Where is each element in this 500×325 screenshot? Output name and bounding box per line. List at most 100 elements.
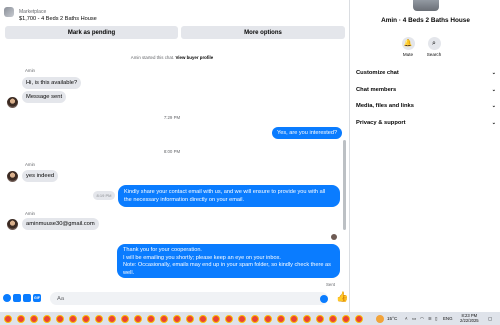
message-list: Amin started this chat. View buyer profi… bbox=[0, 46, 350, 287]
timestamp: 7:29 PM bbox=[163, 115, 181, 120]
section-privacy-support[interactable]: Privacy & support ⌄ bbox=[356, 120, 496, 132]
section-label: Media, files and links bbox=[356, 103, 414, 109]
section-chat-members[interactable]: Chat members ⌄ bbox=[356, 87, 496, 99]
section-label: Customize chat bbox=[356, 70, 399, 76]
section-label: Chat members bbox=[356, 87, 397, 93]
chrome-icon[interactable] bbox=[121, 315, 129, 323]
network-icon[interactable]: ◠ bbox=[420, 316, 424, 322]
gif-icon[interactable]: GIF bbox=[33, 294, 41, 302]
chevron-up-icon[interactable]: ˄ bbox=[405, 316, 408, 321]
chrome-icon[interactable] bbox=[17, 315, 25, 323]
incoming-message[interactable]: yes indeed bbox=[22, 170, 59, 182]
section-media-files-links[interactable]: Media, files and links ⌄ bbox=[356, 103, 496, 115]
message-composer: GIF Aa 👍 bbox=[0, 289, 350, 308]
sender-avatar[interactable] bbox=[7, 97, 18, 108]
chrome-icon[interactable] bbox=[4, 315, 12, 323]
chrome-icon[interactable] bbox=[355, 315, 363, 323]
clock[interactable]: 8:23 PM 2/22/2025 bbox=[460, 313, 479, 323]
outgoing-message[interactable]: Thank you for your cooperation. I will b… bbox=[117, 244, 340, 278]
chat-started-text: Amin started this chat. bbox=[130, 55, 175, 60]
chrome-icon[interactable] bbox=[56, 315, 64, 323]
chrome-icon[interactable] bbox=[212, 315, 220, 323]
sticker-icon[interactable] bbox=[23, 294, 31, 302]
section-label: Privacy & support bbox=[356, 120, 406, 126]
chat-pane: Marketplace $1,700 - 4 Beds 2 Baths Hous… bbox=[0, 0, 350, 312]
listing-title[interactable]: $1,700 - 4 Beds 2 Baths House bbox=[19, 16, 97, 22]
view-buyer-profile-link[interactable]: View buyer profile bbox=[175, 55, 213, 60]
chrome-icon[interactable] bbox=[342, 315, 350, 323]
clock-date: 2/22/2025 bbox=[460, 318, 479, 323]
chevron-down-icon: ⌄ bbox=[491, 87, 496, 93]
notification-icon[interactable]: ▢ bbox=[488, 316, 492, 322]
message-input-placeholder: Aa bbox=[57, 295, 65, 302]
scrollbar-thumb[interactable] bbox=[343, 140, 346, 230]
search-label: Search bbox=[426, 52, 442, 57]
chrome-icon[interactable] bbox=[225, 315, 233, 323]
plus-icon[interactable] bbox=[3, 294, 11, 302]
search-button[interactable]: ⌕ Search bbox=[423, 37, 445, 57]
taskbar: 15°C ˄ ▭ ◠ ≋ ▯ ENG 8:23 PM 2/22/2025 ▢ bbox=[0, 312, 500, 325]
bell-icon: 🔔 bbox=[401, 37, 415, 50]
listing-image[interactable] bbox=[413, 0, 439, 11]
search-icon: ⌕ bbox=[427, 37, 441, 50]
incoming-message[interactable]: Hi, is this available? bbox=[22, 77, 82, 89]
outgoing-message[interactable]: Yes, are you interested? bbox=[272, 127, 343, 139]
photo-icon[interactable] bbox=[13, 294, 21, 302]
wifi-icon[interactable]: ≋ bbox=[428, 316, 432, 322]
sender-name: Amin bbox=[25, 211, 36, 216]
read-receipt-avatar bbox=[331, 234, 337, 240]
section-customize-chat[interactable]: Customize chat ⌄ bbox=[356, 70, 496, 82]
chrome-icon[interactable] bbox=[173, 315, 181, 323]
chrome-icon[interactable] bbox=[147, 315, 155, 323]
chrome-icon[interactable] bbox=[264, 315, 272, 323]
listing-header[interactable]: Marketplace $1,700 - 4 Beds 2 Baths Hous… bbox=[0, 0, 350, 24]
chrome-icon[interactable] bbox=[290, 315, 298, 323]
weather-icon[interactable] bbox=[376, 315, 384, 323]
more-options-button[interactable]: More options bbox=[181, 26, 345, 39]
language-indicator[interactable]: ENG bbox=[443, 316, 453, 321]
chevron-down-icon: ⌄ bbox=[491, 120, 496, 126]
sent-status: Sent bbox=[326, 282, 336, 287]
sender-name: Amin bbox=[25, 162, 36, 167]
chrome-icon[interactable] bbox=[303, 315, 311, 323]
hover-timestamp: 8:19 PM bbox=[93, 191, 115, 200]
emoji-icon[interactable] bbox=[320, 294, 328, 303]
chrome-icon[interactable] bbox=[238, 315, 246, 323]
marketplace-label: Marketplace bbox=[19, 9, 47, 15]
chevron-down-icon: ⌄ bbox=[491, 70, 496, 76]
like-icon[interactable]: 👍 bbox=[336, 292, 348, 304]
folder-icon[interactable]: ▭ bbox=[412, 316, 416, 322]
conversation-info-panel: Amin · 4 Beds 2 Baths House 🔔 Mute ⌕ Sea… bbox=[351, 0, 500, 312]
temperature[interactable]: 15°C bbox=[387, 316, 397, 321]
outgoing-message[interactable]: Kindly share your contact email with us,… bbox=[118, 185, 340, 207]
mute-button[interactable]: 🔔 Mute bbox=[397, 37, 419, 57]
chrome-icon[interactable] bbox=[199, 315, 207, 323]
chrome-icon[interactable] bbox=[134, 315, 142, 323]
sender-avatar[interactable] bbox=[7, 219, 18, 230]
sender-name: Amin bbox=[25, 68, 36, 73]
incoming-message[interactable]: aminmuuse30@gmail.com bbox=[22, 218, 99, 230]
mute-label: Mute bbox=[402, 52, 414, 57]
chrome-icon[interactable] bbox=[108, 315, 116, 323]
sender-avatar[interactable] bbox=[7, 171, 18, 182]
chat-started-notice: Amin started this chat. View buyer profi… bbox=[0, 55, 344, 60]
chrome-icon[interactable] bbox=[160, 315, 168, 323]
mark-as-pending-button[interactable]: Mark as pending bbox=[5, 26, 178, 39]
chrome-icon[interactable] bbox=[186, 315, 194, 323]
chrome-icon[interactable] bbox=[43, 315, 51, 323]
listing-thumbnail[interactable] bbox=[4, 7, 14, 17]
chevron-down-icon: ⌄ bbox=[491, 103, 496, 109]
chrome-icon[interactable] bbox=[95, 315, 103, 323]
chrome-icon[interactable] bbox=[329, 315, 337, 323]
chrome-icon[interactable] bbox=[277, 315, 285, 323]
conversation-title: Amin · 4 Beds 2 Baths House bbox=[381, 17, 470, 24]
incoming-message[interactable]: Message sent bbox=[22, 91, 67, 103]
message-input[interactable]: Aa bbox=[50, 292, 328, 305]
battery-icon[interactable]: ▯ bbox=[435, 316, 437, 322]
chrome-icon[interactable] bbox=[316, 315, 324, 323]
chrome-icon[interactable] bbox=[251, 315, 259, 323]
timestamp: 8:00 PM bbox=[163, 149, 181, 154]
chrome-icon[interactable] bbox=[82, 315, 90, 323]
chrome-icon[interactable] bbox=[69, 315, 77, 323]
chrome-icon[interactable] bbox=[30, 315, 38, 323]
